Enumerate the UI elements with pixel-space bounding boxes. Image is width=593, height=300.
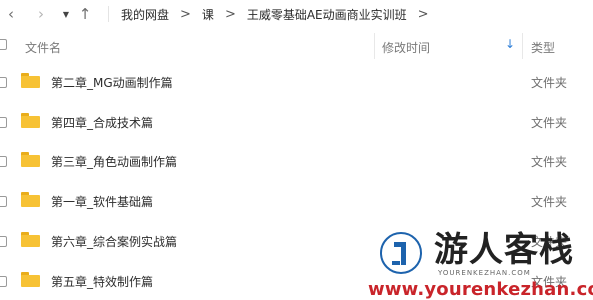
toolbar-divider: [108, 6, 109, 22]
history-dropdown-icon[interactable]: ▼: [61, 10, 71, 19]
up-folder-icon[interactable]: ↑: [78, 5, 92, 23]
watermark: 游人客栈 YOURENKEZHAN.COM www.yourenkezhan.c…: [368, 224, 593, 300]
folder-row[interactable]: 第三章_角色动画制作篇 文件夹: [0, 143, 593, 179]
row-checkbox[interactable]: [0, 117, 7, 128]
navigation-bar: ‹ › ▼ ↑ 我的网盘 > 课 > 王威零基础AE动画商业实训班 >: [0, 0, 593, 28]
folder-type: 文件夹: [531, 195, 568, 209]
row-checkbox[interactable]: [0, 156, 7, 167]
breadcrumb-separator-icon: >: [180, 6, 191, 22]
watermark-logo-icon: [380, 232, 422, 274]
folder-name[interactable]: 第三章_角色动画制作篇: [51, 153, 177, 170]
sort-descending-icon[interactable]: ↓: [505, 37, 515, 51]
folder-icon: [21, 232, 40, 247]
column-header-type[interactable]: 类型: [531, 39, 555, 56]
breadcrumb-separator-icon[interactable]: >: [418, 7, 429, 22]
breadcrumb-current-folder[interactable]: 王威零基础AE动画商业实训班: [247, 6, 407, 23]
watermark-url: www.yourenkezhan.com: [368, 279, 593, 300]
column-divider[interactable]: [522, 33, 523, 59]
folder-name[interactable]: 第五章_特效制作篇: [51, 273, 153, 290]
back-arrow-icon[interactable]: ‹: [4, 5, 18, 23]
folder-type: 文件夹: [531, 116, 568, 130]
folder-type: 文件夹: [531, 76, 568, 90]
folder-icon: [21, 73, 40, 88]
column-header-row: 文件名 修改时间 ↓ 类型: [0, 33, 593, 59]
folder-row[interactable]: 第一章_软件基础篇 文件夹: [0, 183, 593, 219]
row-checkbox[interactable]: [0, 77, 7, 88]
watermark-subtitle: YOURENKEZHAN.COM: [438, 269, 531, 277]
folder-name[interactable]: 第四章_合成技术篇: [51, 114, 153, 131]
folder-name[interactable]: 第六章_综合案例实战篇: [51, 233, 177, 250]
folder-type: 文件夹: [531, 155, 568, 169]
folder-name[interactable]: 第二章_MG动画制作篇: [51, 74, 173, 91]
row-checkbox[interactable]: [0, 236, 7, 247]
folder-name[interactable]: 第一章_软件基础篇: [51, 193, 153, 210]
folder-row[interactable]: 第四章_合成技术篇 文件夹: [0, 104, 593, 140]
forward-arrow-icon[interactable]: ›: [34, 5, 48, 23]
breadcrumb-my-drive[interactable]: 我的网盘: [121, 6, 169, 23]
row-checkbox[interactable]: [0, 276, 7, 287]
row-checkbox[interactable]: [0, 196, 7, 207]
breadcrumb-course[interactable]: 课: [202, 6, 214, 23]
select-all-checkbox[interactable]: [0, 39, 7, 50]
folder-icon: [21, 113, 40, 128]
folder-icon: [21, 152, 40, 167]
folder-icon: [21, 272, 40, 287]
breadcrumb-separator-icon: >: [224, 6, 236, 22]
column-header-modified[interactable]: 修改时间: [382, 39, 430, 56]
column-divider[interactable]: [374, 33, 375, 59]
folder-icon: [21, 192, 40, 207]
watermark-title: 游人客栈: [434, 230, 574, 270]
folder-row[interactable]: 第二章_MG动画制作篇 文件夹: [0, 64, 593, 100]
column-header-name[interactable]: 文件名: [25, 39, 61, 56]
